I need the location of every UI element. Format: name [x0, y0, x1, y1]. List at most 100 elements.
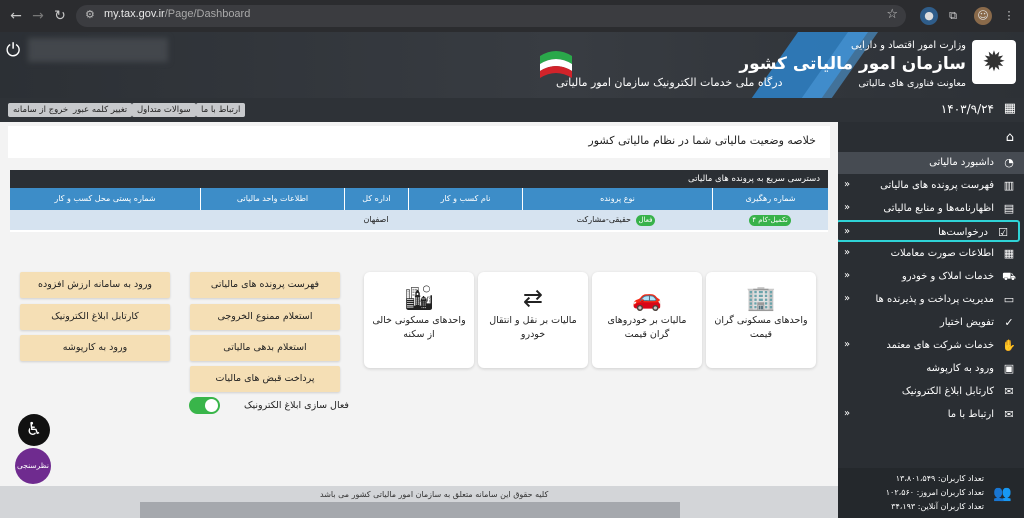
users-icon: 👥 — [993, 484, 1012, 502]
address-bar[interactable]: ⚙ my.tax.gov.ir/Page/Dashboard ☆ — [76, 5, 906, 27]
col-file-type: نوع پرونده — [522, 188, 712, 210]
card-label: مالیات بر نقل و انتقال خودرو — [489, 315, 577, 340]
card-icon: ▭ — [1003, 293, 1015, 306]
sidebar-item-label: کارتابل ابلاغ الکترونیک — [901, 386, 994, 397]
current-date: ۱۴۰۳/۹/۲۴ — [940, 102, 994, 116]
quick-access-table: دسترسی سریع به پرونده های مالیاتی شماره … — [10, 170, 828, 232]
bookmark-star-icon[interactable]: ☆ — [886, 7, 898, 22]
col-postal: شماره پستی محل کسب و کار — [10, 188, 200, 210]
exit-ban-inquiry-button[interactable]: استعلام ممنوع الخروجی — [190, 304, 340, 330]
sidebar-item-workfolder[interactable]: ▣ ورود به کارپوشه — [838, 358, 1024, 380]
sidebar-item-property-car[interactable]: » ⛟ خدمات املاک و خودرو — [838, 266, 1024, 288]
col-unit-info: اطلاعات واحد مالیاتی — [200, 188, 344, 210]
sidebar-item-delegation[interactable]: ✓ تفویض اختیار — [838, 312, 1024, 334]
profile-avatar[interactable]: ☺ — [974, 7, 992, 25]
chevron-icon: » — [844, 270, 851, 281]
stat-online-users: تعداد کاربران آنلاین: ۳۴،۱۹۳ — [891, 502, 984, 511]
card-car-transfer[interactable]: ⇄ مالیات بر نقل و انتقال خودرو — [478, 272, 588, 368]
puzzle-icon[interactable]: ⧉ — [944, 7, 962, 25]
sidebar-item-label: تفویض اختیار — [939, 317, 994, 328]
col-business: نام کسب و کار — [408, 188, 522, 210]
sidebar-item-label: اطلاعات صورت معاملات — [890, 248, 994, 259]
top-toolbar: خروج از سامانه تغییر کلمه عبور سوالات مت… — [0, 98, 838, 122]
table-row[interactable]: تکمیل-کام ۴ حقیقی-مشارکت فعال اصفهان — [10, 210, 828, 230]
user-name-blurred — [28, 38, 168, 62]
card-luxury-homes[interactable]: 🏢 واحدهای مسکونی گران قیمت — [706, 272, 816, 368]
survey-button[interactable]: نظرسنجی — [15, 448, 51, 484]
back-icon[interactable]: ← — [6, 6, 26, 26]
sidebar: ⌂ ◔ داشبورد مالیاتی » ▥ فهرست پرونده های… — [836, 122, 1024, 518]
car-icon: 🚗 — [632, 284, 662, 312]
sidebar-item-tax-files[interactable]: » ▥ فهرست پرونده های مالیاتی — [838, 175, 1024, 197]
menu-icon[interactable]: ⋮ — [1000, 7, 1018, 25]
home-icon[interactable]: ⌂ — [1006, 130, 1014, 145]
sidebar-item-dashboard[interactable]: ◔ داشبورد مالیاتی — [838, 152, 1024, 174]
change-password-button[interactable]: تغییر کلمه عبور — [68, 103, 133, 117]
e-notice-toggle-label: فعال سازی ابلاغ الکترونیک — [244, 400, 349, 411]
chevron-icon: » — [844, 293, 851, 304]
sidebar-item-label: فهرست پرونده های مالیاتی — [880, 180, 994, 191]
tall-building-icon: 🏢 — [746, 284, 776, 312]
sidebar-item-declarations[interactable]: » ▤ اظهارنامه‌ها و منابع مالیاتی — [838, 198, 1024, 220]
handshake-icon: ✋ — [1002, 339, 1016, 352]
sidebar-item-label: ارتباط با ما — [947, 409, 994, 420]
quick-access-title: دسترسی سریع به پرونده های مالیاتی — [687, 174, 820, 184]
document-icon: ▤ — [1003, 202, 1015, 215]
file-type-value: حقیقی-مشارکت — [576, 215, 631, 224]
horizontal-scrollbar[interactable] — [140, 502, 680, 518]
contact-button[interactable]: ارتباط با ما — [196, 103, 246, 117]
sidebar-item-contact[interactable]: » ✉ ارتباط با ما — [838, 404, 1024, 426]
tax-files-button[interactable]: فهرست پرونده های مالیاتی — [190, 272, 340, 298]
chevron-icon: » — [844, 247, 851, 258]
sidebar-item-e-notice[interactable]: ✉ کارتابل ابلاغ الکترونیک — [838, 381, 1024, 403]
car-icon: ⛟ — [1002, 270, 1016, 283]
card-label: واحدهای مسکونی خالی از سکنه — [372, 315, 466, 340]
cell-business — [408, 210, 522, 230]
summary-card: خلاصه وضعیت مالیاتی شما در نظام مالیاتی … — [8, 126, 830, 158]
power-icon[interactable]: ⏻ — [6, 40, 20, 61]
card-luxury-cars[interactable]: 🚗 مالیات بر خودروهای گران قیمت — [592, 272, 702, 368]
pay-bills-button[interactable]: پرداخت قبض های مالیات — [190, 366, 340, 392]
sidebar-item-label: اظهارنامه‌ها و منابع مالیاتی — [883, 203, 994, 214]
copyright-text: کلیه حقوق این سامانه متعلق به سازمان امو… — [320, 490, 549, 499]
sidebar-item-transactions[interactable]: » ▦ اطلاعات صورت معاملات — [838, 243, 1024, 265]
sidebar-item-requests[interactable]: » ☑ درخواست‌ها — [836, 220, 1020, 242]
logout-button[interactable]: خروج از سامانه — [8, 103, 74, 117]
chevron-icon: » — [844, 339, 851, 350]
col-tracking: شماره رهگیری — [712, 188, 828, 210]
folder-icon: ▣ — [1003, 362, 1015, 375]
workfolder-button[interactable]: ورود به کارپوشه — [20, 335, 170, 361]
e-notice-toggle[interactable] — [189, 397, 220, 414]
chart-icon: ▦ — [1003, 247, 1015, 260]
cell-file-type: حقیقی-مشارکت فعال — [522, 210, 712, 230]
cell-postal — [10, 210, 200, 230]
empty-buildings-icon: 🏙 — [403, 284, 435, 312]
org-logo-icon: ✹ — [972, 40, 1016, 84]
vat-login-button[interactable]: ورود به سامانه ارزش افزوده — [20, 272, 170, 298]
card-label: مالیات بر خودروهای گران قیمت — [607, 315, 687, 340]
site-info-icon[interactable]: ⚙ — [85, 8, 95, 21]
accessibility-icon[interactable]: ♿ — [18, 414, 50, 446]
cell-office: اصفهان — [363, 215, 389, 224]
forward-icon[interactable]: → — [28, 6, 48, 26]
building-icon: ▥ — [1003, 179, 1015, 192]
card-vacant-homes[interactable]: 🏙 واحدهای مسکونی خالی از سکنه — [364, 272, 474, 368]
sidebar-item-label: خدمات املاک و خودرو — [901, 271, 994, 282]
faq-button[interactable]: سوالات متداول — [132, 103, 196, 117]
checklist-icon: ☑ — [998, 226, 1008, 239]
gauge-icon: ◔ — [1004, 156, 1014, 169]
sidebar-item-label: داشبورد مالیاتی — [929, 157, 994, 168]
org-name: سازمان امور مالیاتی کشور — [739, 54, 966, 74]
stat-total-users: تعداد کاربران: ۱۳،۸۰۱،۵۴۹ — [895, 474, 984, 483]
debt-inquiry-button[interactable]: استعلام بدهی مالیاتی — [190, 335, 340, 361]
reload-icon[interactable]: ↻ — [50, 6, 70, 26]
chevron-icon: » — [844, 179, 851, 190]
sidebar-item-payments[interactable]: » ▭ مدیریت پرداخت و پذیرنده ها — [838, 289, 1024, 311]
extension-icon[interactable]: ● — [920, 7, 938, 25]
calendar-icon: ▦ — [1003, 101, 1016, 116]
sidebar-item-trusted-companies[interactable]: » ✋ خدمات شرکت های معتمد — [838, 335, 1024, 357]
deputy-name: معاونت فناوری های مالیاتی — [858, 78, 966, 89]
check-doc-icon: ✓ — [1004, 316, 1014, 329]
e-notice-button[interactable]: کارتابل ابلاغ الکترونیک — [20, 304, 170, 330]
browser-toolbar: ← → ↻ ⚙ my.tax.gov.ir/Page/Dashboard ☆ ●… — [0, 0, 1024, 32]
